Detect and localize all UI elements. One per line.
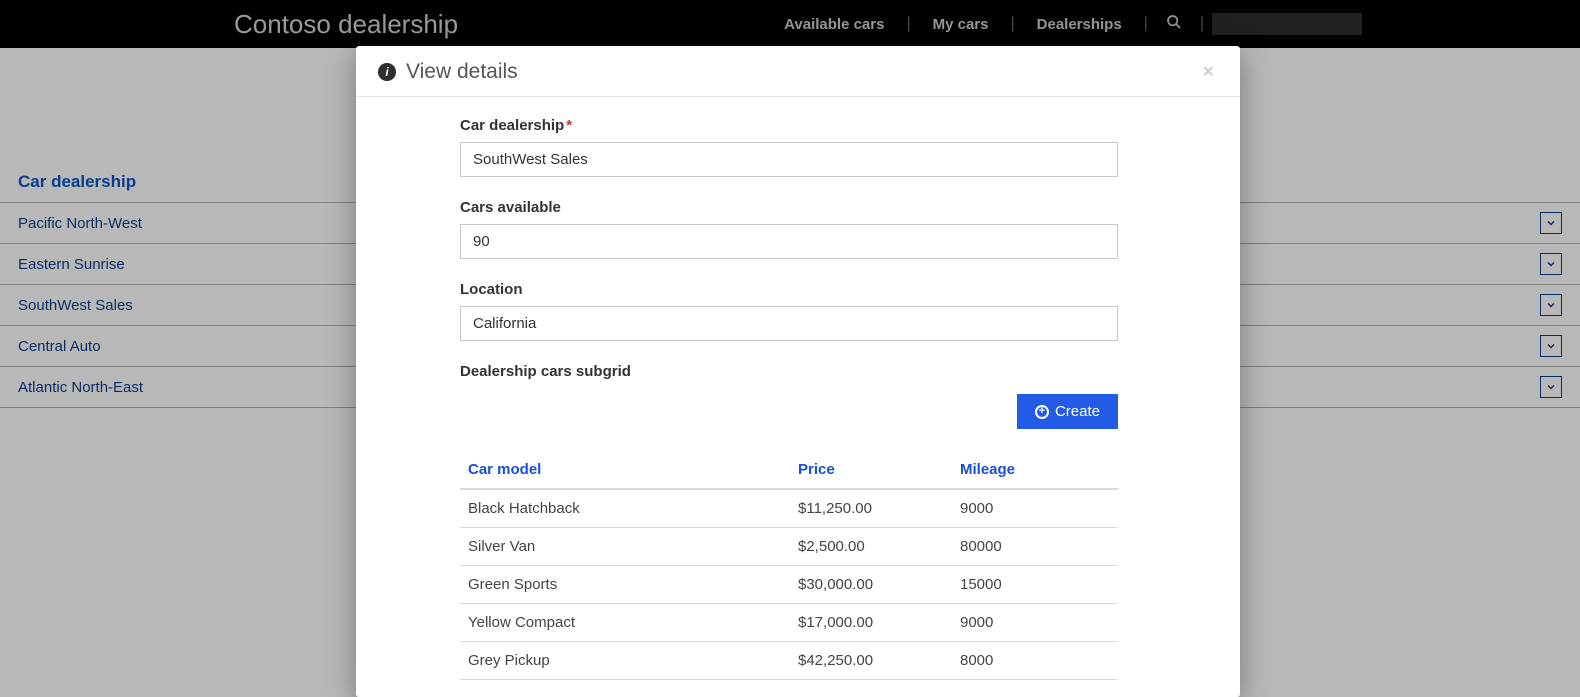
modal-body: Car dealership* Cars available Location … (356, 97, 1240, 697)
info-icon: i (378, 63, 396, 81)
cell-model: Yellow Compact (460, 604, 790, 641)
cars-subgrid: Car model Price Mileage Black Hatchback$… (460, 451, 1118, 680)
modal-title: View details (406, 60, 1198, 84)
cell-model: Silver Van (460, 528, 790, 565)
cell-mileage: 9000 (952, 604, 1118, 641)
table-row[interactable]: Black Hatchback$11,250.009000 (460, 490, 1118, 528)
cell-model: Grey Pickup (460, 642, 790, 679)
cars-available-input[interactable] (460, 224, 1118, 259)
view-details-modal: i View details × Car dealership* Cars av… (356, 46, 1240, 697)
grid-header-row: Car model Price Mileage (460, 451, 1118, 490)
cell-mileage: 9000 (952, 490, 1118, 527)
col-car-model[interactable]: Car model (460, 451, 790, 488)
create-button-label: Create (1055, 403, 1100, 420)
field-label-location: Location (460, 281, 1192, 298)
cell-price: $30,000.00 (790, 566, 952, 603)
create-button[interactable]: + Create (1017, 394, 1118, 429)
field-label-available: Cars available (460, 199, 1192, 216)
cell-price: $2,500.00 (790, 528, 952, 565)
location-input[interactable] (460, 306, 1118, 341)
field-label-dealership: Car dealership* (460, 117, 1192, 134)
cell-price: $42,250.00 (790, 642, 952, 679)
close-icon[interactable]: × (1198, 61, 1218, 84)
field-location: Location (460, 281, 1192, 341)
dealership-input[interactable] (460, 142, 1118, 177)
cell-price: $17,000.00 (790, 604, 952, 641)
cell-price: $11,250.00 (790, 490, 952, 527)
table-row[interactable]: Yellow Compact$17,000.009000 (460, 604, 1118, 642)
modal-header: i View details × (356, 46, 1240, 97)
cell-mileage: 15000 (952, 566, 1118, 603)
table-row[interactable]: Green Sports$30,000.0015000 (460, 566, 1118, 604)
table-row[interactable]: Silver Van$2,500.0080000 (460, 528, 1118, 566)
field-dealership: Car dealership* (460, 117, 1192, 177)
subgrid-label: Dealership cars subgrid (460, 363, 1192, 380)
col-mileage[interactable]: Mileage (952, 451, 1118, 488)
cell-model: Black Hatchback (460, 490, 790, 527)
col-price[interactable]: Price (790, 451, 952, 488)
cell-model: Green Sports (460, 566, 790, 603)
cell-mileage: 8000 (952, 642, 1118, 679)
table-row[interactable]: Grey Pickup$42,250.008000 (460, 642, 1118, 680)
field-cars-available: Cars available (460, 199, 1192, 259)
cell-mileage: 80000 (952, 528, 1118, 565)
plus-icon: + (1035, 405, 1049, 419)
